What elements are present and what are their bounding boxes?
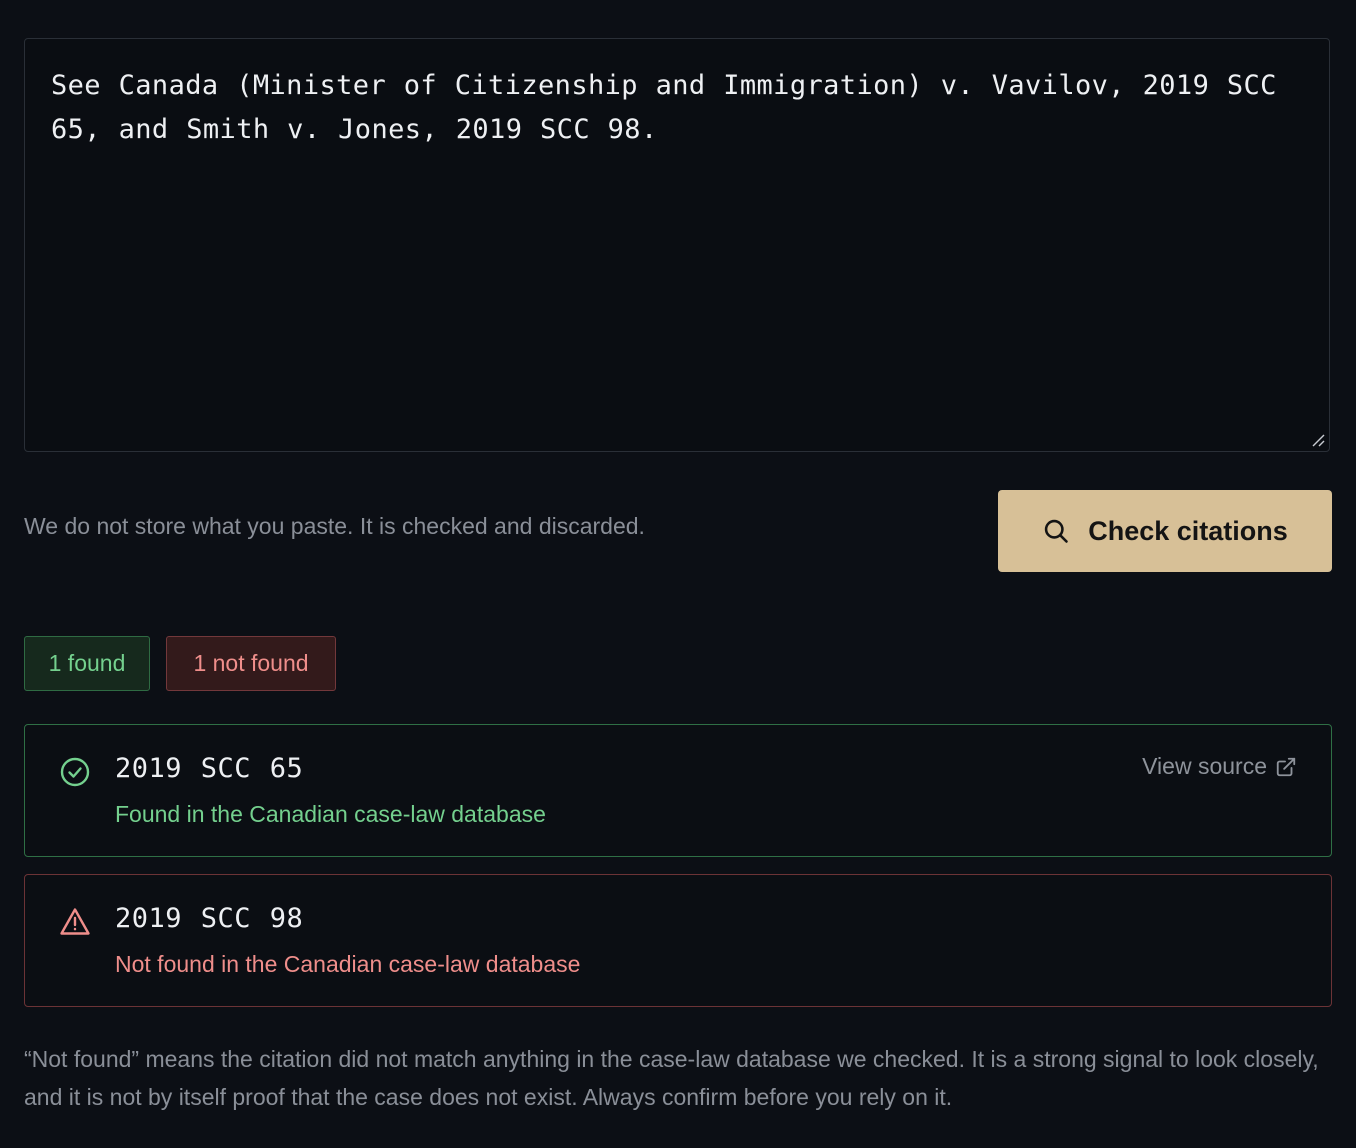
not-found-count-badge[interactable]: 1 not found <box>166 636 336 691</box>
view-source-label: View source <box>1142 753 1267 779</box>
citation-input[interactable] <box>25 39 1329 451</box>
result-card-found: 2019 SCC 65 Found in the Canadian case-l… <box>24 724 1332 857</box>
found-count-badge[interactable]: 1 found <box>24 636 150 691</box>
citation-text: 2019 SCC 65 <box>115 753 304 784</box>
status-message: Found in the Canadian case-law database <box>115 801 546 827</box>
resize-handle-icon[interactable] <box>1311 433 1325 447</box>
disclaimer-text: “Not found” means the citation did not m… <box>24 1046 1319 1110</box>
search-icon <box>1045 519 1069 543</box>
citation-input-container <box>24 38 1330 452</box>
status-message: Not found in the Canadian case-law datab… <box>115 951 581 977</box>
check-citations-button[interactable]: Check citations <box>998 490 1332 572</box>
citation-text: 2019 SCC 98 <box>115 903 304 934</box>
check-citations-label: Check citations <box>1088 515 1288 546</box>
privacy-note: We do not store what you paste. It is ch… <box>24 513 645 539</box>
result-card-not-found: 2019 SCC 98 Not found in the Canadian ca… <box>24 874 1332 1007</box>
external-link-icon <box>1276 757 1296 776</box>
warning-triangle-icon <box>60 908 90 935</box>
check-circle-icon <box>60 757 90 787</box>
view-source-link[interactable]: View source <box>1142 753 1297 780</box>
citation-checker-page: We do not store what you paste. It is ch… <box>0 0 1356 1148</box>
